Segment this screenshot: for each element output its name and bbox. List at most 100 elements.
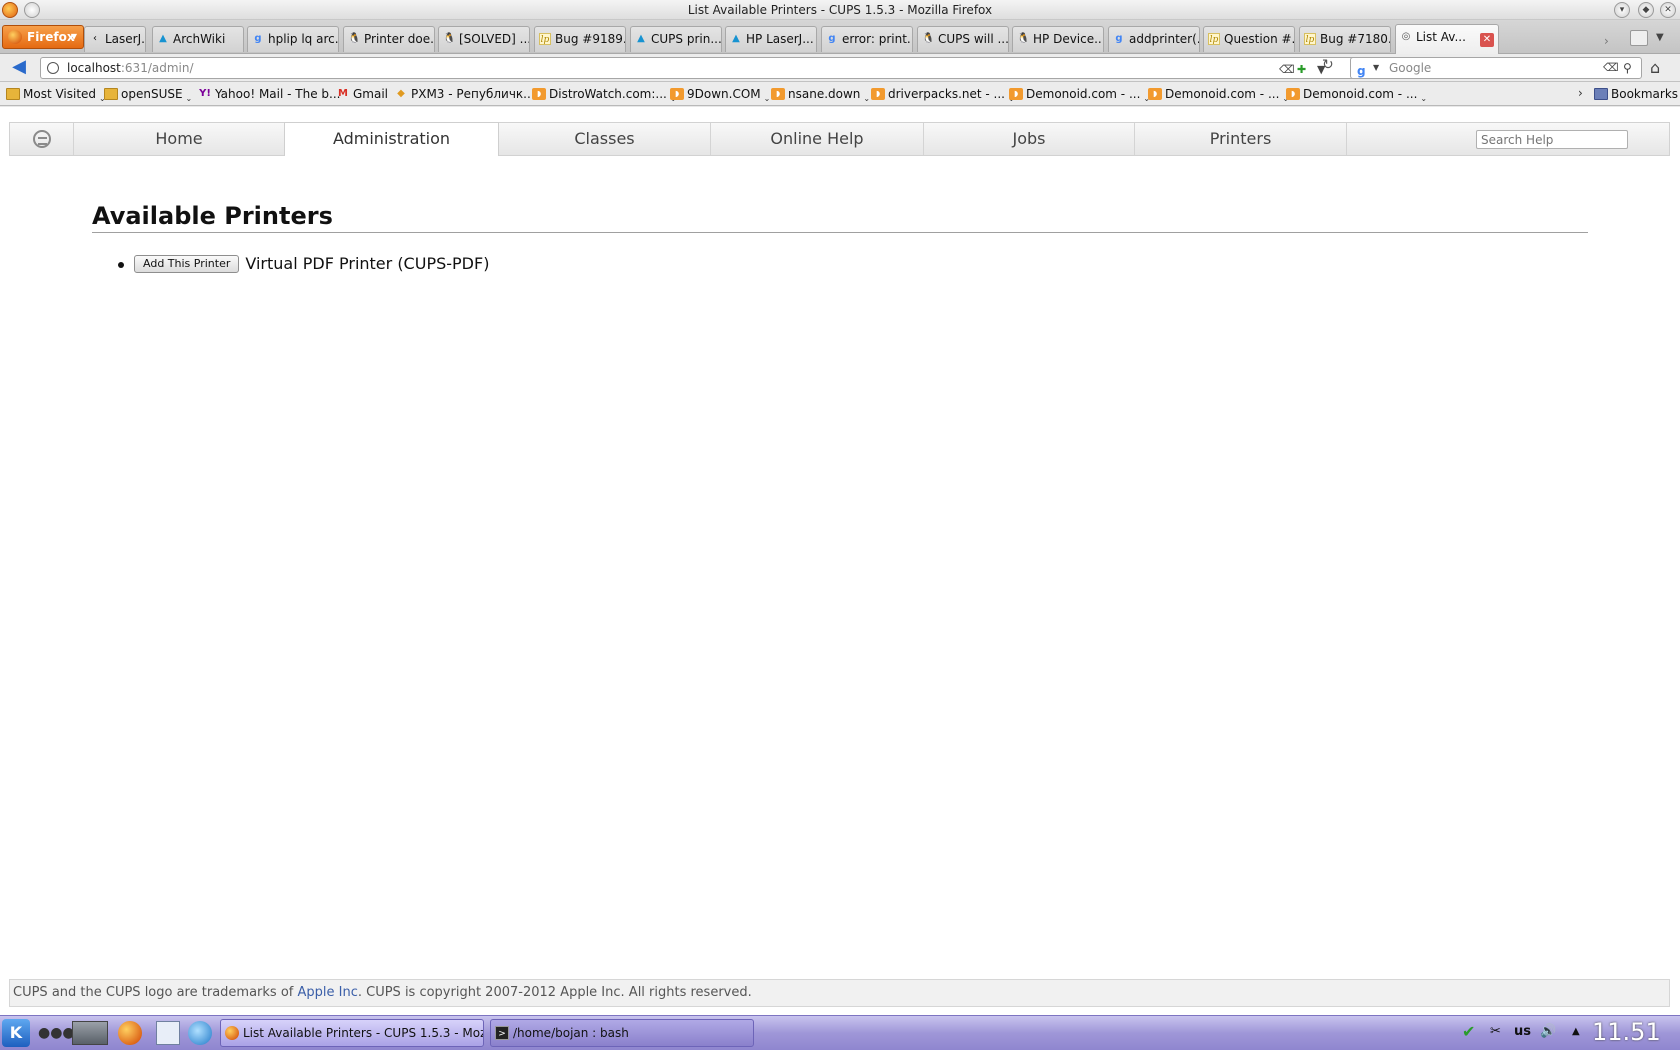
tab[interactable]: lp Bug #7180... bbox=[1299, 26, 1391, 52]
bookmark-item[interactable]: openSUSE ⌄ bbox=[104, 87, 192, 103]
search-bar[interactable]: g ▼ Google ⌫ ⚲ bbox=[1350, 57, 1642, 79]
tab-home[interactable]: Home bbox=[74, 123, 285, 155]
close-window-icon[interactable]: ✕ bbox=[1660, 2, 1676, 18]
kde-menu-button[interactable]: K bbox=[2, 1019, 30, 1047]
clear-search-icon[interactable]: ⌫ bbox=[1603, 58, 1619, 78]
arch-icon: ▲ bbox=[159, 33, 167, 44]
bookmark-item[interactable]: Y! Yahoo! Mail - The b... bbox=[198, 87, 340, 101]
bookmark-item[interactable]: ◗driverpacks.net - ...⌄ bbox=[871, 87, 1015, 103]
konqueror-icon[interactable] bbox=[188, 1021, 212, 1045]
tab-label: Printer doe... bbox=[364, 32, 435, 46]
close-tab-icon[interactable]: ✕ bbox=[1480, 33, 1494, 47]
bookmark-label: Most Visited bbox=[23, 87, 97, 101]
google-icon[interactable]: g bbox=[1357, 61, 1366, 81]
search-help-input[interactable] bbox=[1476, 130, 1628, 149]
window-titlebar[interactable]: List Available Printers - CUPS 1.5.3 - M… bbox=[0, 0, 1680, 20]
tab-administration[interactable]: Administration bbox=[284, 122, 499, 156]
tab-scroll-right-icon[interactable]: › bbox=[1604, 34, 1609, 48]
tab-label: LaserJ... bbox=[105, 32, 145, 46]
bookmarks-menu-button[interactable]: Bookmarks bbox=[1594, 87, 1678, 101]
launchpad-icon: lp bbox=[539, 33, 551, 45]
bookmark-label: nsane.down bbox=[788, 87, 861, 101]
bookmarks-icon bbox=[1594, 88, 1608, 100]
chevron-down-icon[interactable]: ⌄ bbox=[863, 94, 870, 103]
update-shield-icon[interactable]: ✔ bbox=[1462, 1022, 1475, 1041]
firefox-icon bbox=[225, 1026, 239, 1040]
page-content: Home Administration Classes Online Help Jobs… bbox=[0, 107, 1680, 1015]
file-manager-icon[interactable] bbox=[156, 1021, 180, 1045]
tab[interactable]: g addprinter(... bbox=[1108, 26, 1200, 52]
apple-link[interactable]: Apple Inc bbox=[297, 985, 357, 1000]
show-desktop-icon[interactable] bbox=[72, 1021, 108, 1045]
pin-icon[interactable] bbox=[24, 2, 40, 18]
reload-icon[interactable]: ↻ bbox=[1322, 57, 1334, 73]
navigation-toolbar: ◀ localhost:631/admin/ ⌫ ✚ ▼ ↻ g ▼ Googl… bbox=[0, 54, 1680, 82]
tab-label: Bug #7180... bbox=[1320, 32, 1391, 46]
chevron-down-icon[interactable]: ⌄ bbox=[1420, 94, 1427, 103]
chevron-down-icon: ▼ bbox=[70, 32, 77, 41]
firefox-menu-button[interactable]: Firefox ▼ bbox=[2, 25, 84, 49]
taskbar: K ●●● List Available Printers - CUPS 1.5… bbox=[0, 1015, 1680, 1050]
bookmark-item[interactable]: ◗ nsane.down ⌄ bbox=[771, 87, 870, 103]
bookmark-item[interactable]: ◆ PXM3 - Републичк... bbox=[394, 87, 534, 101]
bookmark-item[interactable]: ◗DistroWatch.com:...⌄ bbox=[532, 87, 677, 103]
new-tab-button[interactable] bbox=[1630, 30, 1648, 46]
bookmark-item[interactable]: ◗Demonoid.com - ...⌄ bbox=[1009, 87, 1150, 103]
tab-jobs[interactable]: Jobs bbox=[924, 123, 1135, 155]
cups-logo[interactable] bbox=[10, 123, 74, 155]
home-icon[interactable]: ⌂ bbox=[1650, 58, 1660, 77]
activities-icon[interactable]: ●●● bbox=[38, 1021, 75, 1045]
url-bar[interactable]: localhost:631/admin/ ⌫ ✚ ▼ bbox=[40, 57, 1356, 79]
bookmark-item[interactable]: ◗Demonoid.com - ...⌄ bbox=[1286, 87, 1427, 103]
tab-printers[interactable]: Printers bbox=[1135, 123, 1347, 155]
window-title: List Available Printers - CUPS 1.5.3 - M… bbox=[687, 3, 993, 17]
tab[interactable]: g hplip lq arc... bbox=[247, 26, 339, 52]
firefox-launcher-icon[interactable] bbox=[118, 1021, 142, 1045]
maximize-icon[interactable]: ◆ bbox=[1638, 2, 1654, 18]
tab[interactable]: ▲ CUPS prin... bbox=[630, 26, 722, 52]
addon-icon[interactable]: ✚ bbox=[1297, 60, 1306, 80]
clear-url-icon[interactable]: ⌫ bbox=[1279, 60, 1295, 80]
cups-navigation: Home Administration Classes Online Help Jobs… bbox=[9, 122, 1670, 156]
chevron-down-icon[interactable]: ⌄ bbox=[186, 94, 193, 103]
back-button[interactable]: ◀ bbox=[6, 57, 32, 79]
minimize-icon[interactable]: ▾ bbox=[1614, 2, 1630, 18]
tab[interactable]: ▲ HP LaserJ... bbox=[725, 26, 817, 52]
launchpad-icon: lp bbox=[1304, 33, 1316, 45]
tab-list-icon[interactable]: ▼ bbox=[1656, 32, 1664, 43]
tab[interactable]: 🐧 [SOLVED] ... bbox=[438, 26, 530, 52]
site-identity-icon[interactable] bbox=[47, 62, 59, 74]
tab[interactable]: lp Question #... bbox=[1203, 26, 1295, 52]
tab-label: CUPS will ... bbox=[938, 32, 1009, 46]
tab[interactable]: 🐧 CUPS will ... bbox=[917, 26, 1009, 52]
chevron-down-icon[interactable]: ⌄ bbox=[764, 94, 771, 103]
launchpad-icon: lp bbox=[1208, 33, 1220, 45]
add-this-printer-button[interactable]: Add This Printer bbox=[134, 255, 240, 273]
search-icon[interactable]: ⚲ bbox=[1623, 58, 1632, 78]
taskbar-task[interactable]: List Available Printers - CUPS 1.5.3 - M… bbox=[220, 1019, 484, 1047]
bookmark-item[interactable]: M Gmail bbox=[336, 87, 388, 101]
clock[interactable]: 11.51 bbox=[1592, 1018, 1661, 1046]
tray-expand-icon[interactable]: ▲ bbox=[1572, 1026, 1580, 1037]
volume-icon[interactable]: 🔊 bbox=[1540, 1024, 1556, 1039]
tab-active[interactable]: ◎ List Av... ✕ bbox=[1395, 24, 1499, 54]
tab[interactable]: 🐧 Printer doe... bbox=[343, 26, 435, 52]
search-engine-chevron-icon[interactable]: ▼ bbox=[1373, 58, 1379, 78]
feed-icon: ◗ bbox=[1009, 88, 1023, 100]
tab-classes[interactable]: Classes bbox=[499, 123, 711, 155]
clipboard-icon[interactable]: ✂ bbox=[1490, 1024, 1501, 1039]
tab[interactable]: 🐧 HP Device... bbox=[1012, 26, 1104, 52]
bookmark-item[interactable]: Most Visited ⌄ bbox=[6, 87, 106, 103]
tab[interactable]: g error: print... bbox=[821, 26, 913, 52]
taskbar-task[interactable]: > /home/bojan : bash bbox=[490, 1019, 754, 1047]
tab[interactable]: ▲ ArchWiki bbox=[152, 26, 244, 52]
bookmarks-overflow-icon[interactable]: › bbox=[1578, 86, 1583, 100]
tab-online-help[interactable]: Online Help bbox=[711, 123, 924, 155]
bookmark-item[interactable]: ◗ 9Down.COM ⌄ bbox=[670, 87, 770, 103]
app-menu-icon[interactable] bbox=[2, 2, 18, 18]
bookmark-item[interactable]: ◗Demonoid.com - ...⌄ bbox=[1148, 87, 1289, 103]
keyboard-layout[interactable]: us bbox=[1514, 1024, 1531, 1039]
tab[interactable]: lp Bug #9189... bbox=[534, 26, 626, 52]
tab[interactable]: ‹ LaserJ... bbox=[84, 26, 146, 52]
printer-name: Virtual PDF Printer (CUPS-PDF) bbox=[245, 254, 490, 273]
